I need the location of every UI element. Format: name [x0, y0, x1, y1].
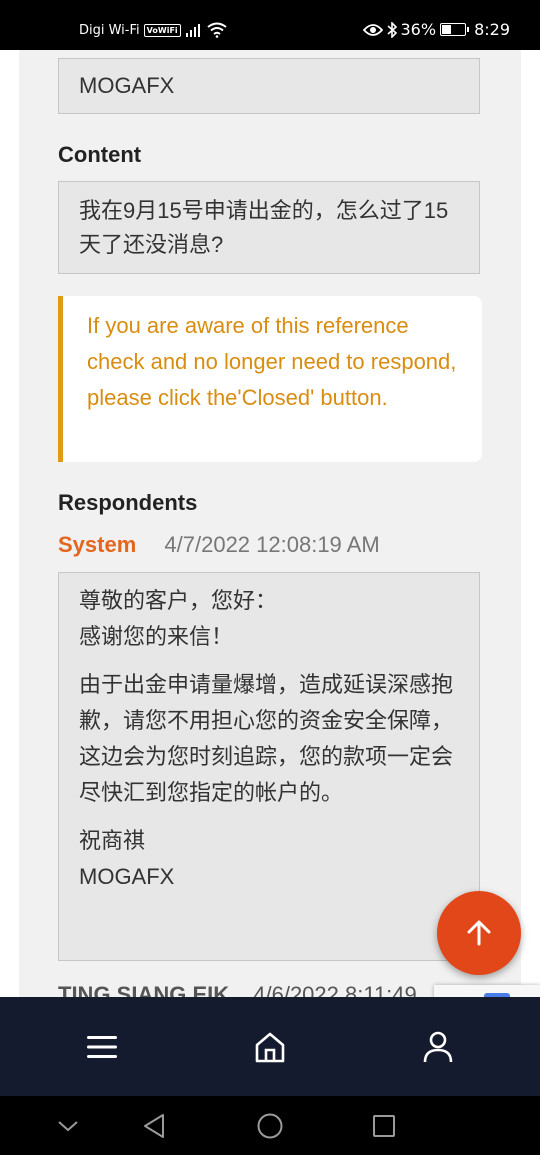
system-home-button[interactable]	[252, 1108, 288, 1144]
eye-comfort-icon	[362, 23, 383, 36]
reply-message: 尊敬的客户，您好： 感谢您的来信！ 由于出金申请量爆增，造成延误深感抱歉，请您不…	[58, 572, 480, 961]
status-indicators: 36% 8:29	[362, 20, 510, 39]
menu-icon	[87, 1036, 117, 1058]
title-field: MOGAFX	[58, 58, 480, 114]
respondent-header-2: TING SIANG EIK 4/6/2022 8:11:49	[58, 982, 417, 997]
home-button[interactable]	[248, 1025, 292, 1069]
closed-notice: If you are aware of this reference check…	[58, 296, 482, 462]
app-bottom-nav	[0, 997, 540, 1096]
vowifi-badge: VoWiFi	[143, 23, 181, 37]
respondent-name: System	[58, 532, 137, 557]
respondent-name-2: TING SIANG EIK	[58, 982, 230, 997]
back-triangle-icon	[144, 1114, 164, 1138]
system-nav-bar	[0, 1096, 540, 1155]
respondents-label: Respondents	[58, 490, 198, 515]
user-icon	[423, 1031, 453, 1063]
account-button[interactable]	[416, 1025, 460, 1069]
reply-greeting: 尊敬的客户，您好： 感谢您的来信！	[79, 588, 278, 649]
recents-button[interactable]	[366, 1108, 402, 1144]
reply-signature: 祝商祺 MOGAFX	[79, 828, 175, 889]
complaint-detail-card: MOGAFX Content 我在9月15号申请出金的，怎么过了15天了还没消息…	[19, 50, 521, 997]
bluetooth-icon	[386, 21, 397, 38]
respondent-header: System 4/7/2022 12:08:19 AM	[58, 532, 380, 558]
arrow-up-icon	[467, 920, 491, 946]
content-label: Content	[58, 142, 142, 167]
scroll-to-top-button[interactable]	[437, 891, 521, 975]
recents-square-icon	[373, 1115, 395, 1137]
home-circle-icon	[257, 1113, 283, 1139]
reply-body: 由于出金申请量爆增，造成延误深感抱歉，请您不用担心您的资金安全保障，这边会为您时…	[79, 672, 454, 805]
carrier-info: Digi Wi-Fi VoWiFi	[79, 22, 227, 38]
back-button[interactable]	[136, 1108, 172, 1144]
battery-percent: 36%	[400, 20, 437, 39]
carrier-name: Digi Wi-Fi	[79, 22, 140, 38]
respondent-time-2: 4/6/2022 8:11:49	[253, 982, 417, 997]
content-field: 我在9月15号申请出金的，怎么过了15天了还没消息?	[58, 181, 480, 274]
status-bar: Digi Wi-Fi VoWiFi 36% 8:29	[0, 0, 540, 50]
battery-icon	[440, 23, 470, 36]
signal-icon	[185, 24, 200, 37]
hide-nav-button[interactable]	[50, 1108, 86, 1144]
clock: 8:29	[474, 20, 510, 39]
wifi-icon	[207, 22, 227, 38]
respondent-time: 4/7/2022 12:08:19 AM	[164, 532, 380, 557]
chevron-down-icon	[58, 1121, 78, 1132]
menu-button[interactable]	[80, 1025, 124, 1069]
home-icon	[255, 1032, 285, 1063]
